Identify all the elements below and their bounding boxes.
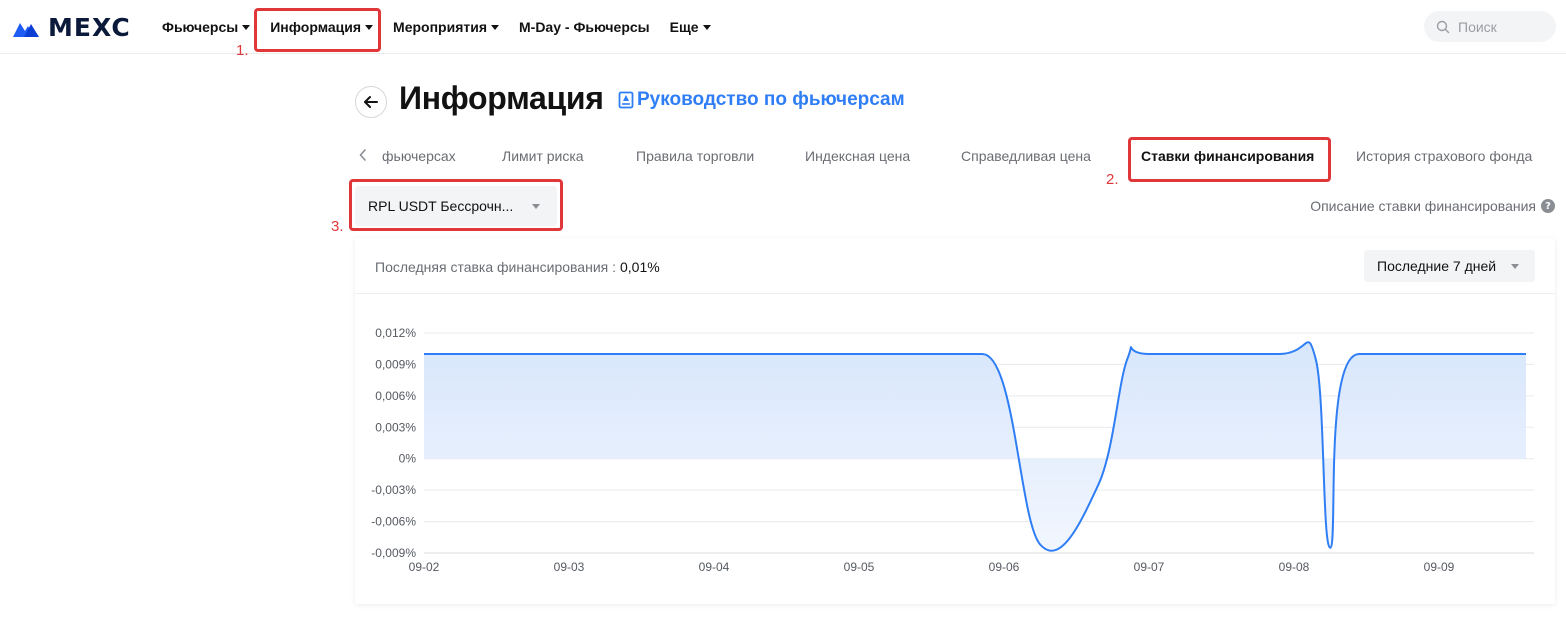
nav-events[interactable]: Мероприятия [393, 19, 499, 35]
futures-guide-link[interactable]: Руководство по фьючерсам [618, 89, 905, 111]
tab-trading-rules[interactable]: Правила торговли [636, 148, 754, 164]
caret-down-icon [491, 24, 499, 30]
annotation-label-3: 3. [331, 218, 344, 235]
y-tick-label: 0,006% [375, 389, 416, 403]
funding-rate-description-link[interactable]: Описание ставки финансирования ? [1310, 198, 1555, 214]
y-tick-label: -0,009% [371, 546, 416, 560]
question-icon: ? [1541, 199, 1555, 213]
x-tick-label: 09-06 [989, 560, 1020, 574]
futures-guide-label: Руководство по фьючерсам [637, 89, 905, 110]
y-tick-label: 0,003% [375, 420, 416, 434]
guide-book-icon [618, 91, 634, 109]
last-funding-rate-label: Последняя ставка финансирования : [375, 259, 616, 275]
arrow-left-icon [364, 96, 378, 108]
search-icon [1436, 20, 1450, 33]
annotation-box-2 [1128, 137, 1331, 182]
funding-rate-area [424, 342, 1526, 551]
tab-futures-info[interactable]: фьючерсах [382, 148, 456, 164]
x-tick-label: 09-09 [1424, 560, 1455, 574]
nav-futures[interactable]: Фьючерсы [162, 19, 251, 35]
period-select-value: Последние 7 дней [1377, 258, 1497, 274]
funding-rate-card-header: Последняя ставка финансирования :0,01% П… [355, 238, 1555, 294]
tab-index-price[interactable]: Индексная цена [805, 148, 910, 164]
tab-risk-limit[interactable]: Лимит риска [502, 148, 584, 164]
nav-more[interactable]: Еще [670, 19, 711, 35]
nav-more-label: Еще [669, 19, 699, 35]
x-tick-label: 09-07 [1134, 560, 1165, 574]
page-title: Информация [399, 80, 604, 116]
search-input[interactable] [1458, 18, 1548, 35]
logo-text: MEXC [48, 13, 131, 42]
x-tick-label: 09-05 [844, 560, 875, 574]
y-tick-label: 0% [399, 452, 417, 466]
nav-mday-futures-label: M-Day - Фьючерсы [519, 19, 650, 35]
mexc-logo-icon [13, 22, 39, 37]
annotation-box-3 [349, 179, 563, 231]
funding-rate-chart: 0,012% 0,009% 0,006% 0,003% 0% -0,003% -0,006%… [371, 326, 1534, 574]
y-tick-label: 0,009% [375, 357, 416, 371]
caret-down-icon [242, 24, 251, 30]
tabs-scroll-left-button[interactable] [355, 146, 371, 164]
last-funding-rate: Последняя ставка финансирования :0,01% [375, 259, 660, 275]
y-tick-label: -0,006% [371, 515, 416, 529]
chevron-left-icon [359, 149, 366, 161]
x-tick-label: 09-03 [554, 560, 585, 574]
mexc-logo[interactable]: MEXC [12, 13, 131, 42]
x-tick-label: 09-08 [1279, 560, 1310, 574]
y-tick-label: 0,012% [375, 326, 416, 340]
annotation-label-1: 1. [236, 42, 249, 59]
nav-events-label: Мероприятия [393, 19, 487, 35]
annotation-label-2: 2. [1106, 171, 1119, 188]
search-box[interactable] [1424, 11, 1556, 42]
top-navigation-bar: MEXC Фьючерсы Информация Мероприятия M-D… [0, 0, 1566, 54]
y-tick-label: -0,003% [371, 483, 416, 497]
period-select[interactable]: Последние 7 дней [1364, 250, 1535, 282]
annotation-box-1 [254, 8, 381, 52]
x-tick-label: 09-04 [699, 560, 730, 574]
last-funding-rate-value: 0,01% [620, 259, 660, 275]
info-tabs: фьючерсах Лимит риска Правила торговли И… [355, 140, 1566, 174]
caret-down-icon [1511, 264, 1519, 269]
x-tick-label: 09-02 [409, 560, 440, 574]
nav-futures-label: Фьючерсы [162, 19, 239, 35]
nav-mday-futures[interactable]: M-Day - Фьючерсы [519, 19, 650, 35]
tab-insurance-fund-history[interactable]: История страхового фонда [1356, 148, 1532, 164]
tab-fair-price[interactable]: Справедливая цена [961, 148, 1091, 164]
back-button[interactable] [355, 86, 387, 118]
caret-down-icon [702, 24, 711, 30]
funding-rate-description-label: Описание ставки финансирования [1310, 198, 1536, 214]
